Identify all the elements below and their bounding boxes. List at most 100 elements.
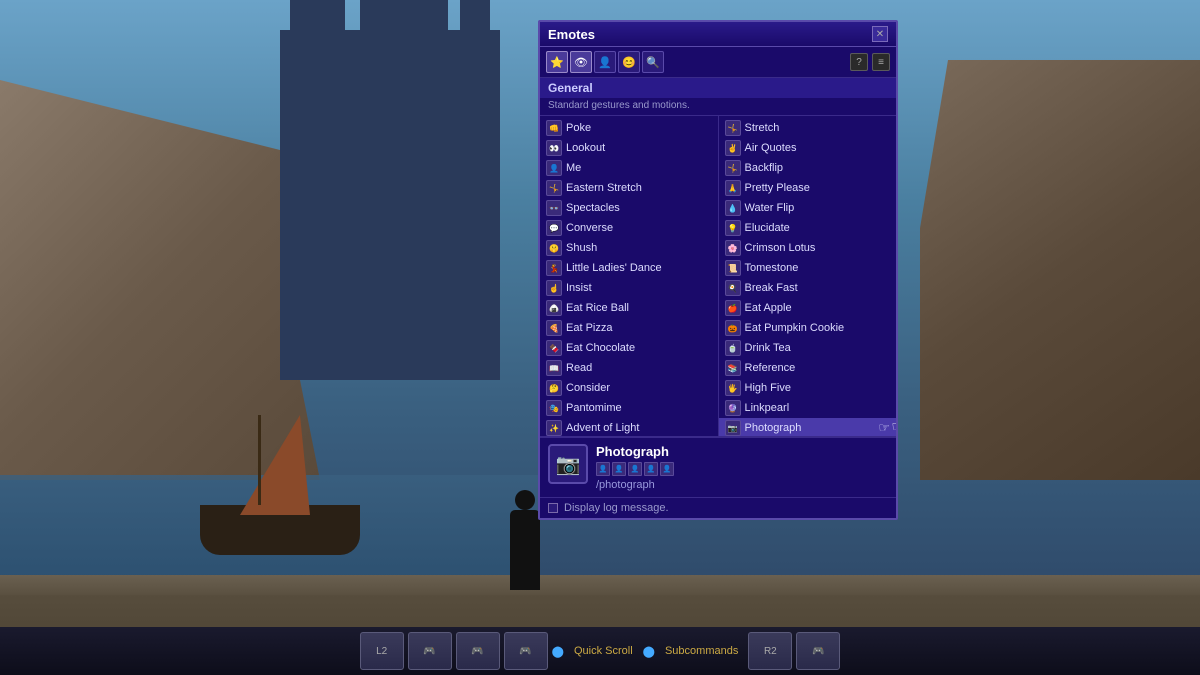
cursor-pointer: ☞: [878, 420, 890, 436]
emote-item-right-2[interactable]: 🤸Backflip: [719, 158, 897, 178]
emote-icon: 🌸: [725, 240, 741, 256]
emote-item-left-13[interactable]: 🤔Consider: [540, 378, 718, 398]
emote-label: Eat Apple: [745, 302, 792, 314]
emote-item-left-0[interactable]: 👊 Poke: [540, 118, 718, 138]
emote-item-left-2[interactable]: 👤 Me: [540, 158, 718, 178]
emote-icon: 👊: [546, 120, 562, 136]
detail-small-icon-4: 👤: [644, 462, 658, 476]
emote-label: Consider: [566, 382, 610, 394]
emote-label: Break Fast: [745, 282, 798, 294]
detail-info: Photograph 👤 👤 👤 👤 👤 /photograph: [596, 444, 888, 491]
emote-item-left-7[interactable]: 💃Little Ladies' Dance: [540, 258, 718, 278]
log-message-checkbox[interactable]: [548, 503, 558, 513]
emote-item-left-3[interactable]: 🤸 Eastern Stretch: [540, 178, 718, 198]
panel-title: Emotes: [548, 27, 595, 42]
emote-item-left-8[interactable]: ☝Insist: [540, 278, 718, 298]
panel-footer: Display log message.: [540, 497, 896, 518]
emote-label: Poke: [566, 122, 591, 134]
emote-item-right-3[interactable]: 🙏Pretty Please: [719, 178, 897, 198]
emote-item-right-13[interactable]: 🖐High Five: [719, 378, 897, 398]
emote-icon: ✨: [546, 420, 562, 436]
emote-item-left-10[interactable]: 🍕Eat Pizza: [540, 318, 718, 338]
taskbar-btn-4[interactable]: 🎮: [796, 632, 840, 670]
help-button[interactable]: ?: [850, 53, 868, 71]
emote-label: Linkpearl: [745, 402, 790, 414]
taskbar-btn-3[interactable]: 🎮: [504, 632, 548, 670]
tab-expressions[interactable]: 😊: [618, 51, 640, 73]
tab-favorites[interactable]: ⭐: [546, 51, 568, 73]
tab-character[interactable]: 👤: [594, 51, 616, 73]
emote-item-left-15[interactable]: ✨ Advent of Light: [540, 418, 718, 436]
tab-all[interactable]: 👁: [570, 51, 592, 73]
detail-small-icon-5: 👤: [660, 462, 674, 476]
emote-icon: ☝: [546, 280, 562, 296]
emote-item-right-4[interactable]: 💧Water Flip: [719, 198, 897, 218]
emote-item-right-11[interactable]: 🍵Drink Tea: [719, 338, 897, 358]
emote-item-right-14[interactable]: 🔮 Linkpearl: [719, 398, 897, 418]
settings-button[interactable]: ≡: [872, 53, 890, 71]
detail-small-icon-1: 👤: [596, 462, 610, 476]
emote-item-left-14[interactable]: 🎭Pantomime: [540, 398, 718, 418]
emote-icon: 🍵: [725, 340, 741, 356]
emote-item-right-5[interactable]: 💡Elucidate: [719, 218, 897, 238]
emote-label: Air Quotes: [745, 142, 797, 154]
emote-detail: 📷 Photograph 👤 👤 👤 👤 👤 /photograph: [540, 436, 896, 497]
emote-item-left-9[interactable]: 🍙Eat Rice Ball: [540, 298, 718, 318]
emote-icon: 💧: [725, 200, 741, 216]
emote-item-left-4[interactable]: 👓Spectacles: [540, 198, 718, 218]
emote-item-left-6[interactable]: 🤫Shush: [540, 238, 718, 258]
detail-icon: 📷: [548, 444, 588, 484]
taskbar: L2 🎮 🎮 🎮 ⬤ Quick Scroll ⬤ Subcommands R2…: [0, 627, 1200, 675]
tab-search[interactable]: 🔍: [642, 51, 664, 73]
emote-icon: 🤸: [546, 180, 562, 196]
taskbar-btn-1[interactable]: 🎮: [408, 632, 452, 670]
ship: [180, 395, 380, 555]
emote-item-left-11[interactable]: 🍫 Eat Chocolate: [540, 338, 718, 358]
emote-item-right-15[interactable]: 📷Photograph☞: [719, 418, 897, 436]
emote-label: Photograph: [745, 422, 802, 434]
quick-scroll-circle: ⬤: [552, 645, 564, 658]
subcommands-circle: ⬤: [643, 645, 655, 658]
emote-label: Eastern Stretch: [566, 182, 642, 194]
emote-icon: 🍳: [725, 280, 741, 296]
category-description: Standard gestures and motions.: [540, 98, 896, 116]
emote-icon: 👓: [546, 200, 562, 216]
detail-title: Photograph: [596, 444, 888, 459]
emote-icon: 📚: [725, 360, 741, 376]
emote-item-left-5[interactable]: 💬Converse: [540, 218, 718, 238]
taskbar-btn-2[interactable]: 🎮: [456, 632, 500, 670]
emote-icon: ✌: [725, 140, 741, 156]
emote-label: Advent of Light: [566, 422, 639, 434]
quick-scroll-label: Quick Scroll: [574, 645, 633, 657]
emote-item-right-10[interactable]: 🎃Eat Pumpkin Cookie: [719, 318, 897, 338]
emote-item-right-7[interactable]: 📜Tomestone: [719, 258, 897, 278]
emote-icon: 🍫: [546, 340, 562, 356]
panel-titlebar: Emotes ✕: [540, 22, 896, 47]
emote-item-right-0[interactable]: 🤸Stretch: [719, 118, 897, 138]
emote-icon: 🔮: [725, 400, 741, 416]
emote-item-right-1[interactable]: ✌ Air Quotes: [719, 138, 897, 158]
taskbar-btn-l2[interactable]: L2: [360, 632, 404, 670]
emote-item-left-1[interactable]: 👀Lookout: [540, 138, 718, 158]
detail-small-icon-3: 👤: [628, 462, 642, 476]
emote-item-left-12[interactable]: 📖Read: [540, 358, 718, 378]
emote-label: High Five: [745, 382, 791, 394]
detail-small-icon-2: 👤: [612, 462, 626, 476]
emote-icon: 👤: [546, 160, 562, 176]
emotes-col-left: 👊 Poke 👀Lookout 👤 Me 🤸 Eastern Stretch 👓Spectac…: [540, 116, 719, 436]
emote-label: Pretty Please: [745, 182, 810, 194]
emotes-panel: Emotes ✕ ⭐ 👁 👤 😊 🔍 ? ≡ General Standard …: [538, 20, 898, 520]
emote-label: Eat Chocolate: [566, 342, 635, 354]
emote-label: Me: [566, 162, 581, 174]
panel-tabs: ⭐ 👁 👤 😊 🔍 ? ≡: [540, 47, 896, 78]
detail-command: /photograph: [596, 479, 888, 491]
emote-item-right-6[interactable]: 🌸Crimson Lotus: [719, 238, 897, 258]
emote-label: Converse: [566, 222, 613, 234]
close-button[interactable]: ✕: [872, 26, 888, 42]
taskbar-btn-r2[interactable]: R2: [748, 632, 792, 670]
emote-item-right-9[interactable]: 🍎Eat Apple: [719, 298, 897, 318]
emote-item-right-8[interactable]: 🍳 Break Fast: [719, 278, 897, 298]
emote-item-right-12[interactable]: 📚Reference: [719, 358, 897, 378]
category-label: General: [540, 78, 896, 98]
emote-label: Eat Pumpkin Cookie: [745, 322, 845, 334]
